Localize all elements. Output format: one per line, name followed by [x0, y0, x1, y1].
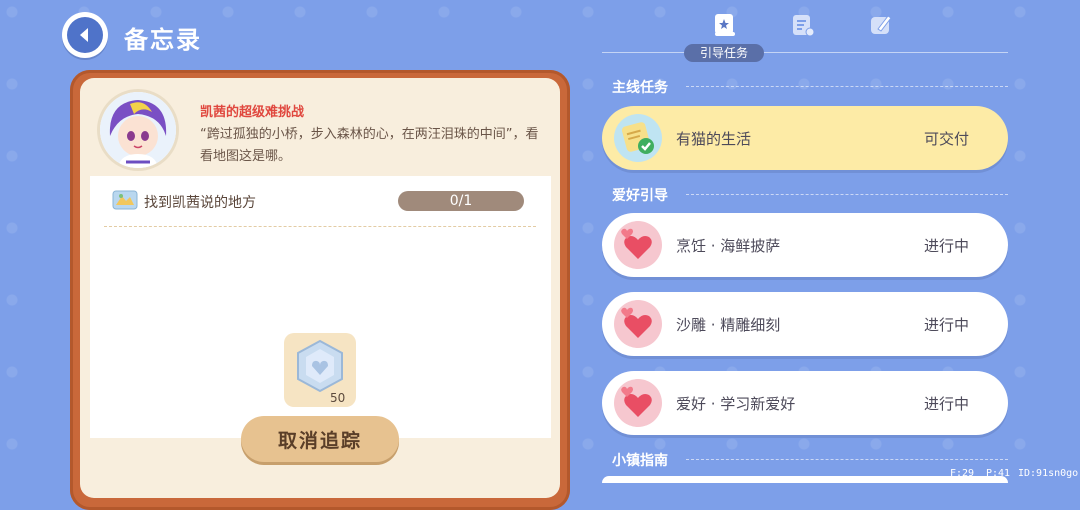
debug-f: F:29 [950, 468, 975, 479]
cat-check-icon [614, 114, 662, 162]
notebook-pen-icon[interactable] [866, 10, 896, 40]
section-divider [686, 194, 1008, 195]
task-hobby-2[interactable]: 爱好 · 学习新爱好 进行中 [602, 371, 1008, 435]
back-arrow-icon [67, 17, 103, 53]
task-name: 烹饪 · 海鲜披萨 [676, 237, 781, 255]
map-icon [112, 188, 138, 212]
reward-count: 50 [330, 391, 346, 405]
task-name: 沙雕 · 精雕细刻 [676, 316, 781, 334]
objective-progress: 0/1 [398, 191, 524, 211]
quest-description: “跨过孤独的小桥，步入森林的心，在两汪泪珠的中间”，看看地图这是哪。 [200, 127, 539, 164]
task-status: 可交付 [924, 130, 970, 148]
divider [104, 226, 536, 227]
tab-active-label: 引导任务 [684, 44, 764, 62]
task-list-icon[interactable] [788, 10, 818, 40]
section-town-title: 小镇指南 [612, 453, 668, 469]
task-hobby-0[interactable]: 烹饪 · 海鲜披萨 进行中 [602, 213, 1008, 277]
quest-title: 凯茜的超级难挑战 [200, 105, 305, 120]
task-status: 进行中 [924, 237, 970, 255]
guide-book-icon[interactable] [710, 10, 740, 40]
section-divider [686, 86, 1008, 87]
task-status: 进行中 [924, 316, 970, 334]
task-hobby-1[interactable]: 沙雕 · 精雕细刻 进行中 [602, 292, 1008, 356]
debug-id: ID:91sn0go [1018, 468, 1079, 479]
tab-divider [602, 52, 1008, 53]
task-name: 有猫的生活 [676, 130, 752, 148]
untrack-button[interactable]: 取消追踪 [241, 416, 399, 462]
page-title: 备忘录 [124, 26, 202, 54]
section-hobby-title: 爱好引导 [612, 188, 668, 204]
section-divider [686, 459, 1008, 460]
back-button[interactable] [62, 12, 108, 58]
task-status: 进行中 [924, 395, 970, 413]
debug-p: P:41 [986, 468, 1011, 479]
task-name: 爱好 · 学习新爱好 [676, 395, 796, 413]
hearts-icon [614, 379, 662, 427]
section-main-title: 主线任务 [612, 80, 668, 96]
task-town-0[interactable] [602, 476, 1008, 483]
objective-text: 找到凯茜说的地方 [144, 195, 256, 211]
task-main-0[interactable]: 有猫的生活 可交付 [602, 106, 1008, 170]
character-avatar [100, 92, 176, 168]
hearts-icon [614, 221, 662, 269]
objective-row: 找到凯茜说的地方 0/1 [90, 176, 551, 226]
hearts-icon [614, 300, 662, 348]
